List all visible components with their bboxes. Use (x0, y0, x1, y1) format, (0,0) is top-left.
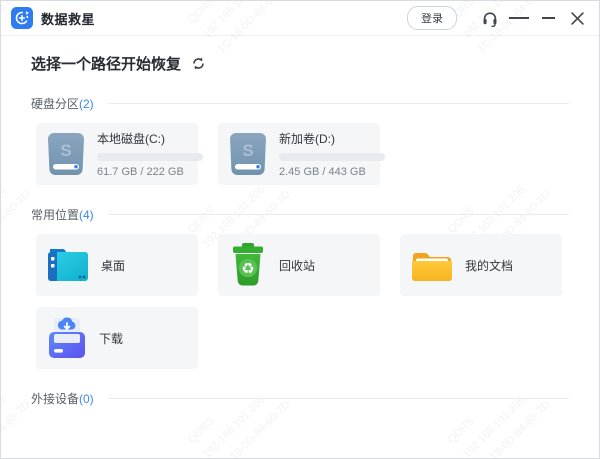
location-card-desktop[interactable]: 桌面 (36, 234, 198, 296)
location-label: 回收站 (279, 257, 315, 274)
location-label: 我的文档 (465, 257, 513, 274)
hard-drive-icon: S (46, 131, 86, 177)
minimize-icon[interactable] (538, 8, 558, 28)
section-common-label: 常用位置 (31, 206, 79, 223)
section-external-count: (0) (79, 392, 94, 406)
hard-drive-icon: S (228, 131, 268, 177)
section-divider (108, 103, 569, 104)
close-icon[interactable] (567, 8, 587, 28)
location-cards-row1: 桌面 ♻ 回收站 (36, 234, 569, 296)
location-card-recycle-bin[interactable]: ♻ 回收站 (218, 234, 380, 296)
support-headset-icon[interactable] (480, 8, 500, 28)
section-partitions-label: 硬盘分区 (31, 95, 79, 112)
section-external-header: 外接设备(0) (31, 390, 569, 407)
menu-icon[interactable] (509, 8, 529, 28)
section-common-count: (4) (79, 208, 94, 222)
location-label: 桌面 (101, 257, 125, 274)
svg-text:S: S (60, 141, 71, 160)
location-card-downloads[interactable]: 下载 (36, 307, 198, 369)
partition-cards: S 本地磁盘(C:) 61.7 GB / 222 GB S (36, 123, 569, 185)
section-divider (108, 214, 569, 215)
refresh-icon[interactable] (191, 56, 206, 71)
page-title: 选择一个路径开始恢复 (31, 53, 181, 74)
app-window: QDRS 192.168.101.206 1C-18-0D-84-60-7DQD… (0, 0, 600, 459)
titlebar: 数据救星 登录 (1, 1, 599, 35)
usage-bar (279, 153, 385, 161)
drive-card-c[interactable]: S 本地磁盘(C:) 61.7 GB / 222 GB (36, 123, 198, 185)
drive-size: 61.7 GB / 222 GB (97, 166, 203, 178)
login-button[interactable]: 登录 (407, 6, 457, 30)
location-card-documents[interactable]: 我的文档 (400, 234, 562, 296)
drive-name: 新加卷(D:) (279, 130, 385, 147)
app-logo-icon (11, 7, 33, 29)
svg-text:♻: ♻ (241, 260, 254, 278)
section-common-header: 常用位置(4) (31, 206, 569, 223)
drive-card-d[interactable]: S 新加卷(D:) 2.45 GB / 443 GB (218, 123, 380, 185)
drive-size: 2.45 GB / 443 GB (279, 166, 385, 178)
section-external-label: 外接设备 (31, 390, 79, 407)
download-icon (46, 316, 88, 360)
recycle-bin-icon: ♻ (228, 242, 268, 288)
drive-name: 本地磁盘(C:) (97, 130, 203, 147)
usage-bar (97, 153, 203, 161)
svg-text:S: S (242, 141, 253, 160)
app-title: 数据救星 (41, 9, 95, 28)
section-partitions-count: (2) (79, 97, 94, 111)
section-partitions-header: 硬盘分区(2) (31, 95, 569, 112)
desktop-folder-icon (46, 246, 90, 284)
location-cards-row2: 下载 (36, 307, 569, 369)
section-divider (108, 398, 569, 399)
location-label: 下载 (99, 330, 123, 347)
documents-folder-icon (410, 246, 454, 284)
